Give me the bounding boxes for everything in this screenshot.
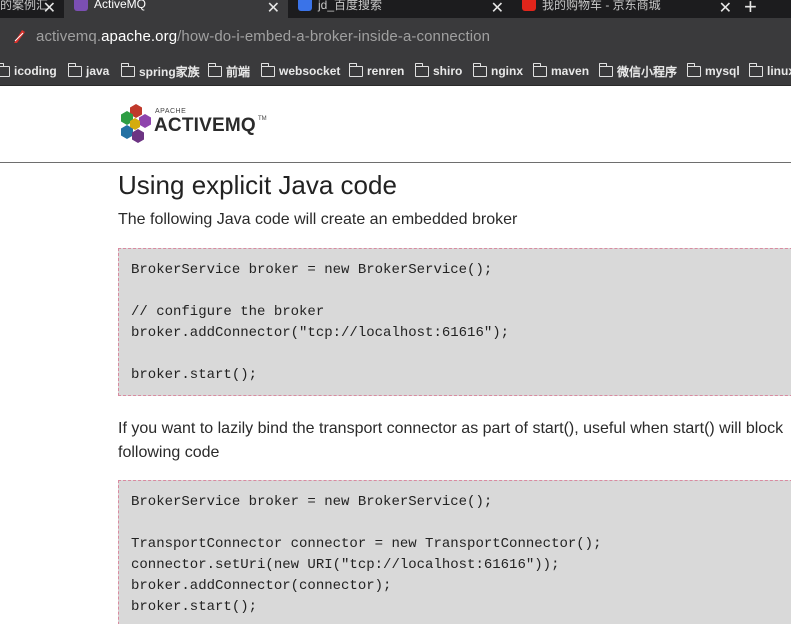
url-host: apache.org — [101, 28, 178, 45]
bookmark-miniprogram[interactable]: 微信小程序 — [598, 62, 678, 79]
code-line: broker.start(); — [131, 367, 258, 383]
bookmark-maven[interactable]: maven — [532, 62, 590, 79]
baidu-favicon-icon — [298, 0, 312, 11]
folder-icon — [260, 62, 275, 77]
bookmark-spring[interactable]: spring家族 — [120, 62, 200, 79]
tab-baidu[interactable]: jd_百度搜索 ✕ — [290, 0, 512, 18]
tab-label: jd_百度搜索 — [318, 0, 383, 12]
url-path: /how-do-i-embed-a-broker-inside-a-connec… — [177, 28, 491, 45]
intro-text: The following Java code will create an e… — [118, 211, 518, 228]
tab-bar: 的案例汇 ✕ ActiveMQ ✕ jd_百度搜索 ✕ 我的购物车 - 京东商城… — [0, 0, 791, 18]
folder-icon — [532, 62, 547, 77]
logo-apache-text: APACHE — [155, 108, 187, 115]
bookmark-label: spring家族 — [139, 64, 200, 79]
bookmark-mysql[interactable]: mysql — [686, 62, 740, 79]
bookmark-label: websocket — [279, 64, 341, 78]
code-line: connector.setUri(new URI("tcp://localhos… — [131, 557, 560, 573]
close-icon[interactable]: ✕ — [43, 0, 56, 18]
code-block-lazy: BrokerService broker = new BrokerService… — [118, 480, 791, 624]
code-line: // configure the broker — [131, 304, 325, 320]
close-icon[interactable]: ✕ — [491, 0, 504, 18]
new-tab-button[interactable]: + — [744, 0, 757, 18]
bookmark-frontend[interactable]: 前端 — [207, 62, 251, 79]
bookmark-label: java — [86, 64, 110, 78]
tab-activemq[interactable]: ActiveMQ ✕ — [64, 0, 288, 18]
lazy-bind-text-cont: following code — [118, 444, 220, 461]
bookmark-linux[interactable]: linux — [748, 62, 791, 79]
bookmark-renren[interactable]: renren — [348, 62, 405, 79]
tab-0[interactable]: 的案例汇 ✕ — [0, 0, 64, 18]
code-line: broker.addConnector(connector); — [131, 578, 392, 594]
bookmark-label: mysql — [705, 64, 740, 78]
page-content: APACHE ACTIVEMQ TM Using explicit Java c… — [0, 86, 791, 624]
code-line: TransportConnector connector = new Trans… — [131, 536, 602, 552]
folder-icon — [348, 62, 363, 77]
bookmark-java[interactable]: java — [67, 62, 110, 79]
header-divider — [0, 162, 791, 163]
bookmark-label: maven — [551, 64, 590, 78]
folder-icon — [472, 62, 487, 77]
activemq-logo[interactable]: APACHE ACTIVEMQ TM — [119, 102, 269, 150]
url-text[interactable]: activemq.apache.org/how-do-i-embed-a-bro… — [36, 28, 490, 45]
logo-tm-text: TM — [258, 116, 267, 122]
folder-icon — [67, 62, 82, 77]
bookmarks-bar: icoding java spring家族 前端 websocket renre… — [0, 56, 791, 86]
bookmark-shiro[interactable]: shiro — [414, 62, 463, 79]
code-block-basic: BrokerService broker = new BrokerService… — [118, 248, 791, 396]
bookmark-label: linux — [767, 64, 791, 78]
tab-label: 的案例汇 — [0, 0, 49, 12]
page-title: Using explicit Java code — [118, 170, 397, 200]
jd-favicon-icon — [522, 0, 536, 11]
code-line: BrokerService broker = new BrokerService… — [131, 494, 493, 510]
code-line: broker.addConnector("tcp://localhost:616… — [131, 325, 510, 341]
address-bar[interactable]: activemq.apache.org/how-do-i-embed-a-bro… — [0, 18, 791, 56]
bookmark-label: 前端 — [226, 64, 251, 79]
site-feather-icon — [14, 30, 25, 43]
folder-icon — [686, 62, 701, 77]
bookmark-label: shiro — [433, 64, 463, 78]
folder-icon — [748, 62, 763, 77]
tab-label: ActiveMQ — [94, 0, 147, 11]
code-line: broker.start(); — [131, 599, 258, 615]
lazy-bind-text: If you want to lazily bind the transport… — [118, 420, 784, 437]
bookmark-websocket[interactable]: websocket — [260, 62, 341, 79]
bookmark-label: 微信小程序 — [617, 64, 678, 79]
logo-name-text: ACTIVEMQ — [154, 115, 256, 136]
tab-jd-cart[interactable]: 我的购物车 - 京东商城 ✕ — [514, 0, 740, 18]
close-icon[interactable]: ✕ — [267, 0, 280, 18]
bookmark-label: renren — [367, 64, 405, 78]
bookmark-label: icoding — [14, 64, 57, 78]
url-prefix: activemq. — [36, 28, 102, 45]
folder-icon — [598, 62, 613, 77]
activemq-hexagons-icon — [121, 104, 151, 143]
folder-icon — [207, 62, 222, 77]
folder-icon — [120, 62, 135, 77]
folder-icon — [414, 62, 429, 77]
code-line: BrokerService broker = new BrokerService… — [131, 262, 493, 278]
folder-icon — [0, 62, 10, 77]
bookmark-label: nginx — [491, 64, 523, 78]
bookmark-icoding[interactable]: icoding — [0, 62, 57, 79]
tab-label: 我的购物车 - 京东商城 — [542, 0, 661, 12]
bookmark-nginx[interactable]: nginx — [472, 62, 523, 79]
close-icon[interactable]: ✕ — [719, 0, 732, 18]
activemq-favicon-icon — [74, 0, 88, 11]
